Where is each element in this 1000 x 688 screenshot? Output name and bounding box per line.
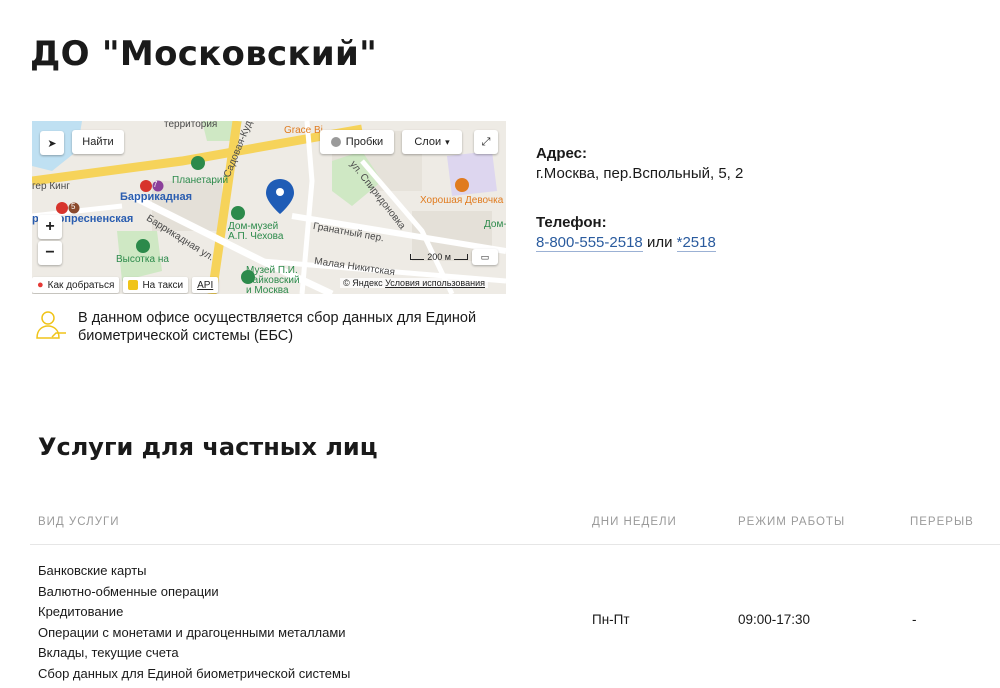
taxi-label: На такси <box>142 279 184 291</box>
map-label-vysotka: Высотка на <box>116 254 169 265</box>
phone-short-link[interactable]: *2518 <box>676 234 716 252</box>
traffic-label: Пробки <box>345 136 384 148</box>
map-copyright: © Яндекс Условия использования <box>340 278 488 288</box>
service-item: Валютно-обменные операции <box>38 583 219 599</box>
traffic-button[interactable]: Пробки <box>320 130 394 154</box>
services-section-title: Услуги для частных лиц <box>38 433 378 461</box>
ebs-notice-text: В данном офисе осуществляется сбор данны… <box>78 310 477 344</box>
map-label-barrikadnaya-metro: Баррикадная <box>120 191 193 203</box>
terms-link[interactable]: Условия использования <box>385 278 485 288</box>
service-item: Вклады, текущие счета <box>38 645 179 660</box>
table-divider <box>30 544 1000 545</box>
metro-line-5: 5 <box>71 202 76 211</box>
api-label: API <box>197 279 214 291</box>
map-label-dom: Дом- <box>484 219 506 230</box>
ruler-button[interactable]: ▭ <box>472 249 498 265</box>
fullscreen-button[interactable]: ⤢ <box>474 130 498 154</box>
map-label-chekhov-museum: Дом-музей А.П. Чехова <box>228 221 284 242</box>
map-label-grace: Grace Bi <box>284 125 323 136</box>
ebs-notice: В данном офисе осуществляется сбор данны… <box>34 309 498 345</box>
phone-primary-link[interactable]: 8-800-555-2518 <box>536 234 643 252</box>
map-footer: ● Как добраться На такси API <box>32 276 222 294</box>
scale-label: 200 м <box>427 252 451 262</box>
scale-bar-left <box>410 254 425 260</box>
column-header-hours: РЕЖИМ РАБОТЫ <box>738 516 846 528</box>
row-break: - <box>912 612 917 627</box>
row-hours: 09:00-17:30 <box>738 612 811 627</box>
route-button[interactable]: ● Как добраться <box>32 277 120 293</box>
traffic-icon <box>330 137 341 147</box>
column-header-break: ПЕРЕРЫВ <box>910 516 974 528</box>
map-scale: 200 м <box>410 252 468 262</box>
phone-label: Телефон: <box>536 214 607 231</box>
chevron-down-icon: ▾ <box>445 136 450 147</box>
service-item: Банковские карты <box>38 563 147 578</box>
metro-line-7: 7 <box>153 180 158 189</box>
copyright-brand: © Яндекс <box>343 278 383 288</box>
zoom-out-button[interactable]: − <box>38 241 62 265</box>
layers-button[interactable]: Слои ▾ <box>402 130 462 154</box>
layers-label: Слои <box>414 136 442 148</box>
map-widget[interactable]: территория Grace Bi Садовая-Куд Планетар… <box>32 121 506 294</box>
scale-bar-right <box>454 254 468 260</box>
map-label-territory: территория <box>164 121 218 130</box>
taxi-icon <box>128 280 139 290</box>
map-label-burger-king: гер Кинг <box>32 181 70 192</box>
taxi-button[interactable]: На такси <box>123 277 189 293</box>
map-label-planetarium: Планетарий <box>172 175 229 186</box>
address-value: г.Москва, пер.Вспольный, 5, 2 <box>536 165 744 182</box>
map-label-horoshaya-devochka: Хорошая Девочка <box>420 195 504 206</box>
column-header-service-type: ВИД УСЛУГИ <box>38 516 120 528</box>
api-link[interactable]: API <box>192 277 219 293</box>
phone-block: Телефон: 8-800-555-2518 или *2518 <box>536 214 716 252</box>
minus-icon: − <box>45 244 55 261</box>
route-label: Как добраться <box>47 279 115 291</box>
address-block: Адрес: г.Москва, пер.Вспольный, 5, 2 <box>536 145 743 182</box>
map-label-tchaikovsky-museum: Музей П.И. Чайковский и Москва <box>246 265 300 295</box>
zoom-in-button[interactable]: + <box>38 215 62 239</box>
phone-separator: или <box>646 234 673 251</box>
address-label: Адрес: <box>536 145 587 162</box>
phone-value: 8-800-555-2518 или *2518 <box>536 234 716 252</box>
service-item: Сбор данных для Единой биометрической си… <box>38 665 351 681</box>
row-days: Пн-Пт <box>592 612 630 627</box>
service-item: Кредитование <box>38 604 124 619</box>
map-find-button[interactable]: Найти <box>72 130 124 154</box>
column-header-days: ДНИ НЕДЕЛИ <box>592 516 677 528</box>
table-row: Банковские карты Валютно-обменные операц… <box>38 561 350 684</box>
service-item: Операции с монетами и драгоценными метал… <box>38 624 346 640</box>
plus-icon: + <box>45 218 55 235</box>
route-pin-icon: ● <box>37 279 44 291</box>
ruler-icon: ▭ <box>480 251 490 262</box>
navigation-arrow-icon: ➤ <box>47 137 57 150</box>
biometric-user-icon <box>36 311 66 339</box>
page-title: ДО "Московский" <box>30 34 378 74</box>
expand-icon: ⤢ <box>481 135 491 148</box>
geolocation-button[interactable]: ➤ <box>40 131 64 155</box>
